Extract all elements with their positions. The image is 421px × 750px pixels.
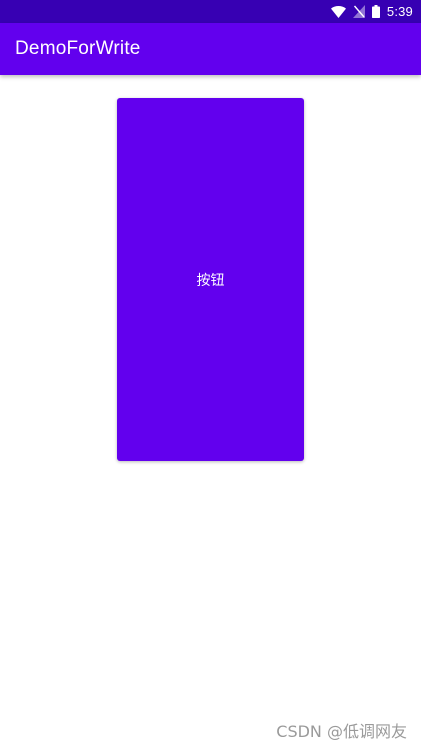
battery-icon (371, 5, 380, 18)
app-bar: DemoForWrite (0, 23, 421, 75)
main-button[interactable]: 按钮 (117, 98, 304, 461)
app-title: DemoForWrite (15, 38, 141, 59)
status-time: 5:39 (386, 4, 413, 19)
no-sim-icon (352, 5, 365, 18)
main-button-label: 按钮 (196, 272, 225, 289)
status-bar: 5:39 (0, 0, 421, 23)
wifi-icon (330, 5, 346, 18)
status-icons: 5:39 (330, 0, 413, 23)
watermark: CSDN @低调网友 (276, 722, 407, 741)
